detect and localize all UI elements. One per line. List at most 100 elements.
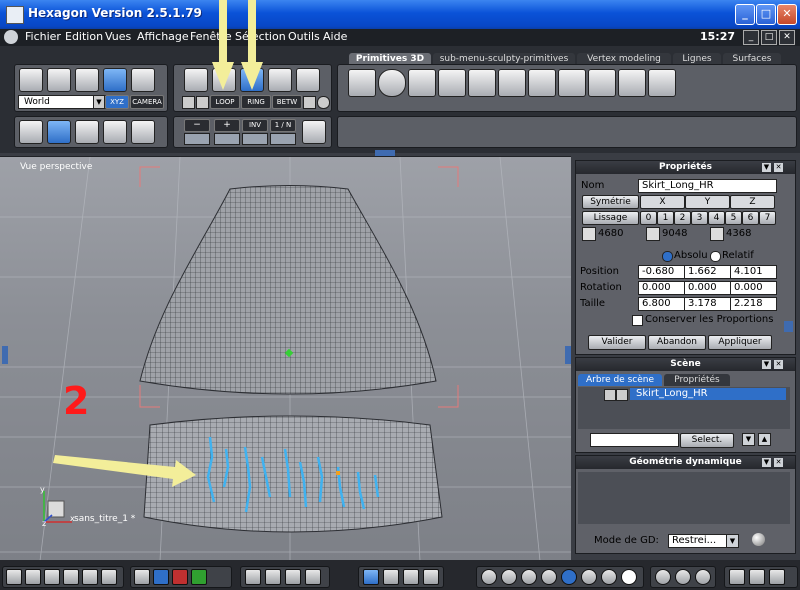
quill-icon[interactable] <box>302 120 326 144</box>
rotate-tool-icon[interactable] <box>383 569 399 585</box>
pyramid-primitive-icon[interactable] <box>528 69 556 97</box>
scene-collapse-icon[interactable]: ▼ <box>762 360 771 369</box>
viewport-perspective[interactable]: Vue perspective 2 sans_titre_1 * y x z <box>0 156 571 561</box>
menu-outils[interactable]: Outils <box>288 30 320 43</box>
wheel-icon[interactable] <box>103 120 127 144</box>
app-menu-icon[interactable] <box>4 30 18 44</box>
menu-edition[interactable]: Edition <box>65 30 103 43</box>
grid-blue-icon[interactable] <box>153 569 169 585</box>
abandon-button[interactable]: Abandon <box>648 335 706 350</box>
shade-flat-icon[interactable] <box>521 569 537 585</box>
drop-tool-icon[interactable] <box>423 569 439 585</box>
taille-x-field[interactable]: 6.800 <box>638 297 685 311</box>
grid-green-icon[interactable] <box>191 569 207 585</box>
lasso-icon[interactable] <box>47 68 71 92</box>
one-of-n-button[interactable]: 1 / N <box>270 119 296 132</box>
cube-view-icon[interactable] <box>729 569 745 585</box>
appliquer-button[interactable]: Appliquer <box>708 335 772 350</box>
chevron-down-icon[interactable]: ▼ <box>93 95 105 109</box>
doc-close-button[interactable]: ✕ <box>779 30 795 45</box>
render-scene-icon[interactable] <box>695 569 711 585</box>
lissage-level-3[interactable]: 3 <box>691 211 708 225</box>
maximize-button[interactable]: □ <box>756 4 776 25</box>
conserver-proportions-checkbox[interactable] <box>632 315 643 326</box>
lissage-level-7[interactable]: 7 <box>759 211 776 225</box>
lissage-level-2[interactable]: 2 <box>674 211 691 225</box>
circle-select-icon[interactable] <box>317 96 330 109</box>
select-vertices-icon[interactable] <box>270 133 296 145</box>
select-mesh-icon[interactable] <box>184 133 210 145</box>
rocket-icon[interactable] <box>131 68 155 92</box>
axis-z-toggle[interactable]: Z <box>730 195 775 209</box>
ring-button[interactable]: RING <box>241 95 271 109</box>
lissage-level-4[interactable]: 4 <box>708 211 725 225</box>
name-field[interactable]: Skirt_Long_HR <box>638 179 777 193</box>
geometry-collapse-icon[interactable]: ▼ <box>762 458 771 467</box>
zoom-icon[interactable] <box>285 569 301 585</box>
eye-icon[interactable] <box>616 389 628 401</box>
valider-button[interactable]: Valider <box>588 335 646 350</box>
select-edges-icon[interactable] <box>214 133 240 145</box>
position-z-field[interactable]: 4.101 <box>730 265 777 279</box>
select-pointer-icon[interactable] <box>19 68 43 92</box>
menu-aide[interactable]: Aide <box>323 30 347 43</box>
close-button[interactable]: ✕ <box>777 4 797 25</box>
menu-affichage[interactable]: Affichage <box>137 30 189 43</box>
layout-quad-icon[interactable] <box>25 569 41 585</box>
close-icon[interactable]: ✕ <box>774 163 783 172</box>
cube-primitive-icon[interactable] <box>348 69 376 97</box>
left-panel-handle[interactable] <box>2 346 8 364</box>
shrink-selection-button[interactable]: − <box>184 119 210 132</box>
rotation-x-field[interactable]: 0.000 <box>638 281 685 295</box>
arrow-down-icon[interactable]: ▼ <box>742 433 755 446</box>
menu-vues[interactable]: Vues <box>105 30 131 43</box>
mode-gd-chevron-icon[interactable]: ▼ <box>726 534 739 548</box>
lissage-level-0[interactable]: 0 <box>640 211 657 225</box>
shade-wire-icon[interactable] <box>481 569 497 585</box>
select-button[interactable]: Select. <box>680 433 734 448</box>
tab-arbre-de-scene[interactable]: Arbre de scène <box>578 374 662 386</box>
grid-red-icon[interactable] <box>172 569 188 585</box>
lissage-button[interactable]: Lissage <box>582 211 639 225</box>
shade-smooth-icon[interactable] <box>541 569 557 585</box>
betw-button[interactable]: BETW <box>272 95 302 109</box>
grow-selection-button[interactable]: + <box>214 119 240 132</box>
grid-primitive-icon[interactable] <box>438 69 466 97</box>
grid-view-icon[interactable] <box>75 120 99 144</box>
move-view-icon[interactable] <box>47 120 71 144</box>
scene-item-skirt[interactable]: Skirt_Long_HR <box>630 388 786 400</box>
xyz-button[interactable]: XYZ <box>105 95 129 109</box>
lissage-level-5[interactable]: 5 <box>725 211 742 225</box>
face-select-icon[interactable] <box>268 68 292 92</box>
taille-y-field[interactable]: 3.178 <box>684 297 731 311</box>
ring-tool-icon[interactable] <box>103 68 127 92</box>
axis-x-toggle[interactable]: X <box>640 195 685 209</box>
cylinder-primitive-icon[interactable] <box>468 69 496 97</box>
minimize-button[interactable]: _ <box>735 4 755 25</box>
select-faces-icon[interactable] <box>242 133 268 145</box>
scene-close-icon[interactable]: ✕ <box>774 360 783 369</box>
lock-icon[interactable] <box>604 389 616 401</box>
text-primitive-icon[interactable] <box>648 69 676 97</box>
shade-texture-icon[interactable] <box>581 569 597 585</box>
frame-icon[interactable] <box>245 569 261 585</box>
symetrie-button[interactable]: Symétrie <box>582 195 639 209</box>
loop-button[interactable]: LOOP <box>210 95 240 109</box>
geometry-close-icon[interactable]: ✕ <box>774 458 783 467</box>
grid-toggle-icon[interactable] <box>134 569 150 585</box>
menu-fichier[interactable]: Fichier <box>25 30 61 43</box>
invert-selection-button[interactable]: INV <box>242 119 268 132</box>
shade-white-icon[interactable] <box>621 569 637 585</box>
diamond-primitive-icon[interactable] <box>558 69 586 97</box>
sphere-primitive-icon[interactable] <box>378 69 406 97</box>
brush-icon[interactable] <box>182 96 195 109</box>
lissage-level-6[interactable]: 6 <box>742 211 759 225</box>
camera-button[interactable]: CAMERA <box>130 95 164 109</box>
arrow-up-icon[interactable]: ▲ <box>758 433 771 446</box>
cube-wire-icon[interactable] <box>131 120 155 144</box>
scale-tool-icon[interactable] <box>403 569 419 585</box>
shade-light-icon[interactable] <box>601 569 617 585</box>
render-preview-icon[interactable] <box>655 569 671 585</box>
dodecahedron-primitive-icon[interactable] <box>618 69 646 97</box>
properties-scroll-handle[interactable] <box>784 321 793 332</box>
